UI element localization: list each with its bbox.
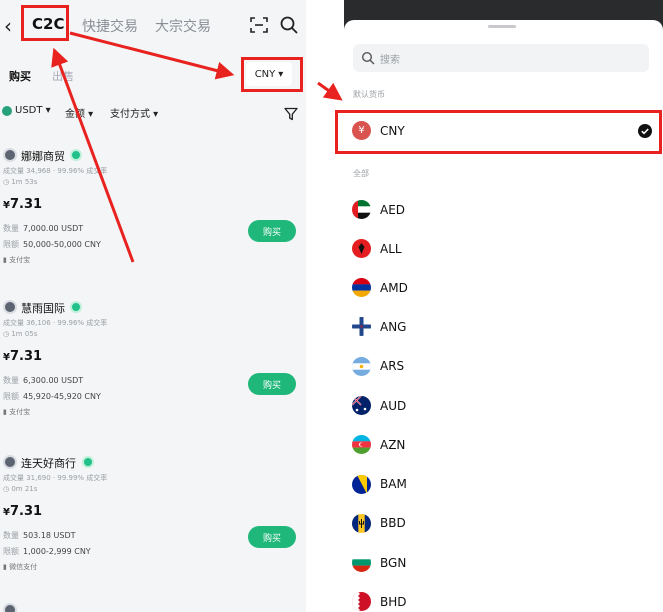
coin-filter-label: USDT ▾: [15, 105, 51, 116]
buy-button[interactable]: 购买: [248, 373, 296, 395]
armenia-flag-icon: [352, 278, 371, 297]
currency-code: AMD: [380, 281, 408, 295]
limit-label: 限额: [3, 392, 19, 401]
verified-badge-icon: [70, 301, 82, 313]
merchant-name[interactable]: 慧雨国际: [21, 300, 65, 316]
merchant-payment-method: ▮ 微信支付: [3, 563, 38, 571]
merchant-card: 连天好商行 成交量 31,690 · 99.99% 成交率 ◷ 0m 21s ¥…: [0, 455, 306, 605]
uae-flag-icon: [352, 200, 371, 219]
back-arrow-icon[interactable]: ‹: [4, 14, 12, 38]
merchant-price: ¥7.31: [3, 504, 42, 519]
quantity-value: 6,300.00 USDT: [23, 376, 84, 385]
search-icon: [361, 51, 375, 65]
amount-filter[interactable]: 金额 ▾: [65, 105, 93, 120]
price-currency-symbol: ¥: [3, 507, 10, 518]
merchant-limit: 限额 45,920-45,920 CNY: [3, 391, 101, 402]
merchant-stats: 成交量 36,106 · 99.96% 成交率: [3, 319, 108, 327]
merchant-stats: 成交量 31,690 · 99.99% 成交率: [3, 474, 108, 482]
tab-bulk-trade[interactable]: 大宗交易: [155, 16, 211, 36]
azerbaijan-flag-icon: [352, 435, 371, 454]
currency-code: ARS: [380, 359, 405, 373]
limit-label: 限额: [3, 547, 19, 556]
quantity-label: 数量: [3, 224, 19, 233]
limit-value: 45,920-45,920 CNY: [23, 392, 101, 401]
coin-filter[interactable]: USDT ▾: [2, 105, 51, 116]
buy-button[interactable]: 购买: [248, 526, 296, 548]
currency-code: BGN: [380, 556, 407, 570]
currency-code: ALL: [380, 242, 402, 256]
limit-label: 限额: [3, 240, 19, 249]
merchant-limit: 限额 1,000-2,999 CNY: [3, 546, 91, 557]
tab-quick-trade[interactable]: 快捷交易: [82, 16, 138, 36]
merchant-price: ¥7.31: [3, 349, 42, 364]
australia-flag-icon: [352, 396, 371, 415]
merchant-avatar: [3, 148, 17, 162]
tab-buy[interactable]: 购买: [9, 68, 31, 84]
price-currency-symbol: ¥: [3, 352, 10, 363]
quantity-label: 数量: [3, 376, 19, 385]
merchant-response-time: ◷ 1m 05s: [3, 330, 38, 338]
bahrain-flag-icon: [352, 592, 371, 611]
merchant-response-time: ◷ 1m 53s: [3, 178, 38, 186]
merchant-name[interactable]: 娜娜商贸: [21, 148, 65, 164]
merchant-card: 娜娜商贸 成交量 34,968 · 99.96% 成交率 ◷ 1m 53s ¥7…: [0, 148, 306, 298]
merchant-name[interactable]: 连天好商行: [21, 455, 76, 471]
merchant-card: 慧雨国际 成交量 36,106 · 99.96% 成交率 ◷ 1m 05s ¥7…: [0, 300, 306, 450]
merchant-payment-method: ▮ 支付宝: [3, 256, 31, 264]
merchant-limit: 限额 50,000-50,000 CNY: [3, 239, 101, 250]
highlight-box-c2c: [21, 5, 69, 41]
section-default-currency: 默认货币: [353, 90, 385, 99]
merchant-payment-method: ▮ 支付宝: [3, 408, 31, 416]
merchant-response-time: ◷ 0m 21s: [3, 485, 38, 493]
albania-flag-icon: [352, 239, 371, 258]
currency-code: ANG: [380, 320, 407, 334]
price-currency-symbol: ¥: [3, 200, 10, 211]
search-placeholder: 搜索: [380, 55, 400, 66]
verified-badge-icon: [82, 456, 94, 468]
section-all-currencies: 全部: [353, 169, 369, 178]
bulgaria-flag-icon: [352, 553, 371, 572]
verified-badge-icon: [70, 149, 82, 161]
search-icon[interactable]: [279, 15, 299, 35]
highlight-box-cny-row: [335, 110, 662, 154]
scan-icon[interactable]: [250, 16, 268, 34]
limit-value: 50,000-50,000 CNY: [23, 240, 101, 249]
merchant-quantity: 数量 503.18 USDT: [3, 530, 76, 541]
currency-code: AZN: [380, 438, 406, 452]
payment-filter[interactable]: 支付方式 ▾: [110, 105, 158, 120]
filter-icon[interactable]: [284, 107, 298, 121]
currency-code: AED: [380, 203, 406, 217]
price-value: 7.31: [9, 197, 43, 212]
bosnia-flag-icon: [352, 475, 371, 494]
currency-code: BHD: [380, 595, 407, 609]
tab-sell[interactable]: 出售: [52, 68, 74, 84]
barbados-flag-icon: [352, 514, 371, 533]
merchant-quantity: 数量 7,000.00 USDT: [3, 223, 83, 234]
currency-code: BAM: [380, 477, 407, 491]
arrow-to-cny-row: [317, 81, 343, 101]
merchant-avatar: [3, 455, 17, 469]
currency-code: AUD: [380, 399, 407, 413]
filter-bar: USDT ▾ 金额 ▾ 支付方式 ▾: [0, 105, 306, 123]
merchant-avatar: [3, 300, 17, 314]
buy-button[interactable]: 购买: [248, 220, 296, 242]
quantity-label: 数量: [3, 531, 19, 540]
sheet-drag-handle[interactable]: [488, 25, 516, 28]
argentina-flag-icon: [352, 357, 371, 376]
quantity-value: 7,000.00 USDT: [23, 224, 84, 233]
highlight-box-currency-selector: [241, 57, 303, 92]
merchant-quantity: 数量 6,300.00 USDT: [3, 375, 83, 386]
merchant-stats: 成交量 34,968 · 99.96% 成交率: [3, 167, 108, 175]
merchant-price: ¥7.31: [3, 197, 42, 212]
price-value: 7.31: [9, 504, 43, 519]
screenshot-stage: ‹ C2C 快捷交易 大宗交易 购买 出售 CNY ▾ USDT ▾ 金额 ▾ …: [0, 0, 663, 612]
currency-code: BBD: [380, 516, 406, 530]
usdt-coin-icon: [2, 105, 12, 116]
limit-value: 1,000-2,999 CNY: [23, 547, 91, 556]
curacao-flag-icon: [352, 317, 371, 336]
merchant-avatar: [3, 603, 17, 612]
quantity-value: 503.18 USDT: [23, 531, 76, 540]
price-value: 7.31: [9, 349, 43, 364]
